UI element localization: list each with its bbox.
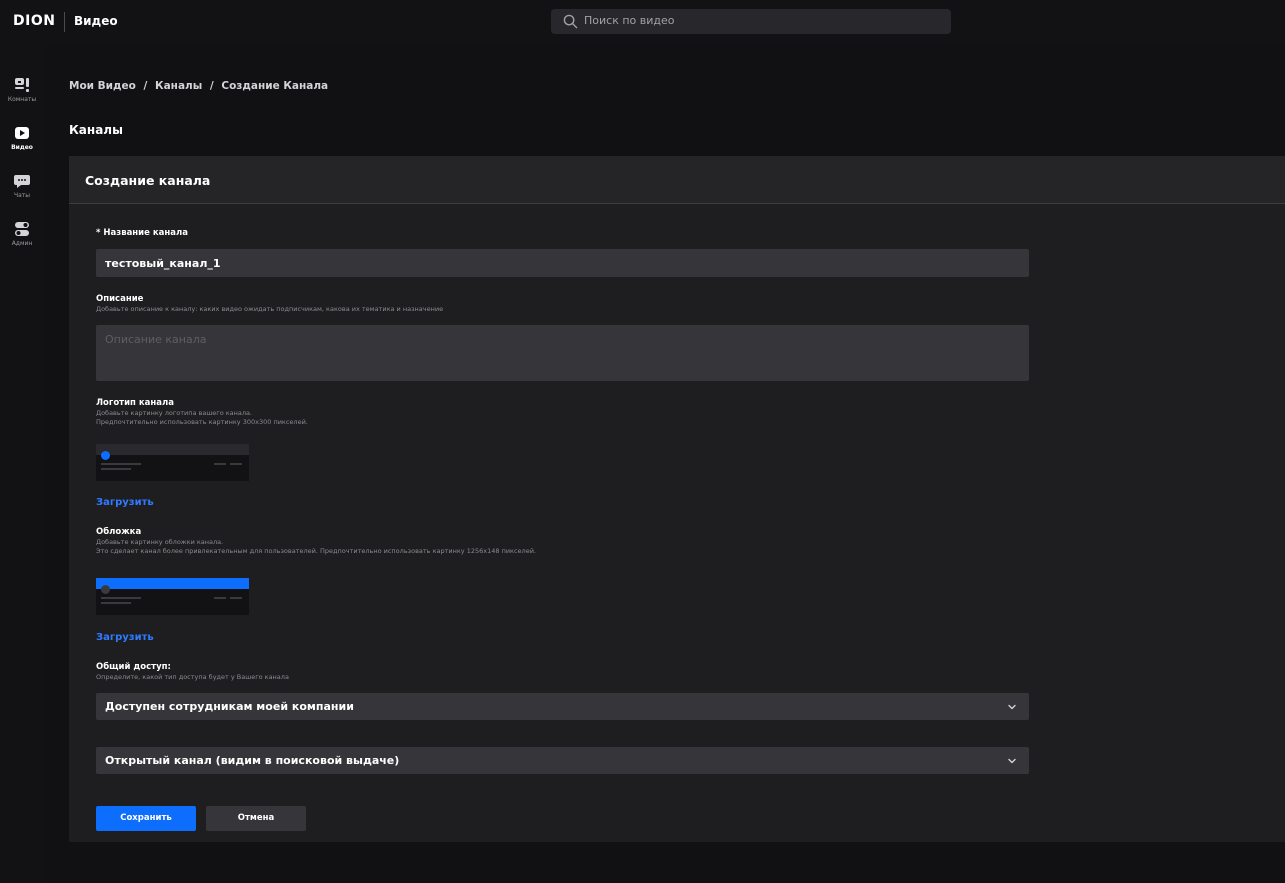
sidebar-label-video: Видео — [11, 144, 33, 151]
channel-name-value: тестовый_канал_1 — [105, 257, 221, 270]
access-hint: Определите, какой тип доступа будет у Ва… — [96, 673, 289, 681]
breadcrumb: Мои Видео / Каналы / Создание Канала — [69, 80, 328, 92]
cover-preview — [96, 578, 249, 615]
rooms-icon — [15, 78, 29, 92]
search-icon — [563, 14, 578, 29]
description-placeholder: Описание канала — [105, 333, 207, 346]
search-placeholder: Поиск по видео — [584, 14, 675, 27]
cover-label: Обложка — [96, 527, 142, 537]
access-label: Общий доступ: — [96, 662, 171, 672]
admin-icon — [15, 222, 29, 236]
save-button[interactable]: Сохранить — [96, 806, 196, 831]
chevron-down-icon — [1008, 704, 1016, 710]
cover-hint-1: Добавьте картинку обложки канала. — [96, 538, 224, 546]
cover-upload-link[interactable]: Загрузить — [96, 632, 154, 643]
section-title: Каналы — [69, 123, 123, 137]
sidebar-label-admin: Админ — [11, 240, 33, 247]
breadcrumb-my-videos[interactable]: Мои Видео — [69, 80, 136, 92]
channel-name-label: * Название канала — [96, 228, 188, 238]
logo-hint-1: Добавьте картинку логотипа вашего канала… — [96, 409, 253, 417]
description-textarea[interactable]: Описание канала — [96, 325, 1029, 381]
breadcrumb-separator: / — [143, 80, 148, 92]
visibility-select-value: Открытый канал (видим в поисковой выдаче… — [105, 754, 400, 767]
visibility-select[interactable]: Открытый канал (видим в поисковой выдаче… — [96, 747, 1029, 774]
breadcrumb-separator: / — [209, 80, 214, 92]
search-input[interactable]: Поиск по видео — [551, 9, 951, 34]
chevron-down-icon — [1008, 758, 1016, 764]
sidebar: Комнаты Видео Чаты Админ — [0, 44, 44, 883]
access-select[interactable]: Доступен сотрудникам моей компании — [96, 693, 1029, 720]
access-select-value: Доступен сотрудникам моей компании — [105, 700, 354, 713]
sidebar-item-rooms[interactable]: Комнаты — [0, 76, 44, 116]
panel-header: Создание канала — [69, 156, 1285, 204]
top-bar: DION Видео Поиск по видео — [0, 0, 1285, 44]
breadcrumb-create-channel: Создание Канала — [221, 80, 329, 92]
sidebar-label-chats: Чаты — [13, 192, 31, 199]
cover-hint-2: Это сделает канал более привлекательным … — [96, 547, 536, 555]
panel-title: Создание канала — [85, 173, 211, 188]
sidebar-item-chats[interactable]: Чаты — [0, 172, 44, 212]
logo-hint-2: Предпочтительно использовать картинку 30… — [96, 418, 308, 426]
logo-upload-link[interactable]: Загрузить — [96, 497, 154, 508]
dion-logo[interactable]: DION — [13, 13, 55, 29]
app-name: Видео — [74, 14, 118, 28]
video-icon — [15, 127, 29, 139]
logo-divider — [64, 12, 65, 32]
description-hint: Добавьте описание к каналу: каких видео … — [96, 305, 444, 313]
create-channel-panel: Создание канала * Название канала тестов… — [69, 156, 1285, 842]
cancel-button[interactable]: Отмена — [206, 806, 306, 831]
logo-label: Логотип канала — [96, 398, 174, 408]
sidebar-label-rooms: Комнаты — [7, 96, 37, 103]
channel-name-input[interactable]: тестовый_канал_1 — [96, 249, 1029, 277]
chat-icon — [14, 175, 30, 188]
sidebar-item-admin[interactable]: Админ — [0, 220, 44, 260]
breadcrumb-channels[interactable]: Каналы — [155, 80, 202, 92]
description-label: Описание — [96, 294, 144, 304]
sidebar-item-video[interactable]: Видео — [0, 124, 44, 164]
logo-preview — [96, 444, 249, 481]
